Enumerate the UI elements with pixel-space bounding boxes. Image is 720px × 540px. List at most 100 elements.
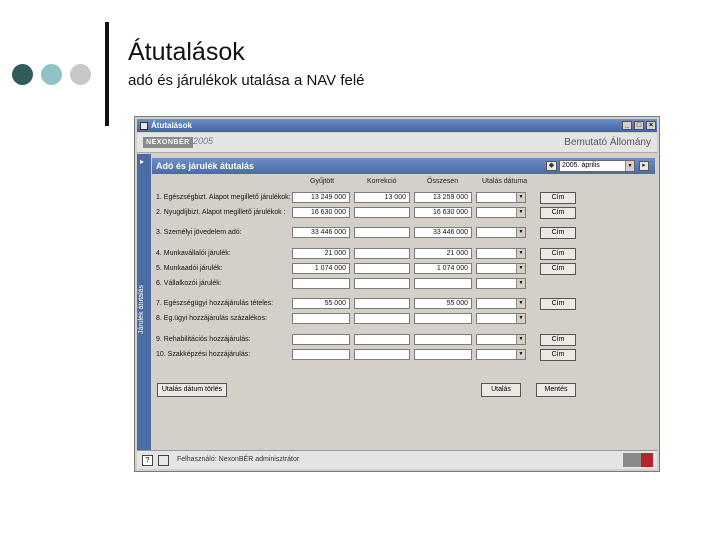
panel-header: Adó és járulék átutalás ◆ 2005. április … <box>152 158 655 174</box>
transfer-date-select[interactable]: ▼ <box>476 248 526 259</box>
korrekcio-field[interactable] <box>354 334 410 345</box>
gyujtott-field[interactable] <box>292 313 350 324</box>
chevron-down-icon[interactable]: ▼ <box>516 249 525 258</box>
cim-button[interactable]: Cím <box>540 334 576 346</box>
korrekcio-field[interactable] <box>354 278 410 289</box>
osszesen-field[interactable] <box>414 349 472 360</box>
gyujtott-field[interactable]: 13 249 000 <box>292 192 350 203</box>
transfer-date-select[interactable]: ▼ <box>476 313 526 324</box>
chevron-down-icon[interactable]: ▼ <box>625 161 634 171</box>
gyujtott-field[interactable]: 1 074 000 <box>292 263 350 274</box>
database-name: Bemutató Állomány <box>564 137 651 148</box>
cim-button[interactable]: Cím <box>540 248 576 260</box>
brand-year: 2005 <box>193 136 214 146</box>
cim-button[interactable]: Cím <box>540 207 576 219</box>
gyujtott-field[interactable]: 55 000 <box>292 298 350 309</box>
chevron-down-icon[interactable]: ▼ <box>516 350 525 359</box>
row-label: 4. Munkavállalói járulék: <box>156 250 231 257</box>
maximize-button[interactable]: □ <box>634 121 644 130</box>
gyujtott-field[interactable] <box>292 349 350 360</box>
cim-button[interactable]: Cím <box>540 227 576 239</box>
korrekcio-field[interactable] <box>354 349 410 360</box>
row-label: 7. Egészségügyi hozzájárulás tételes: <box>156 300 274 307</box>
transfer-button[interactable]: Utalás <box>481 383 521 397</box>
period-select[interactable]: 2005. április ▼ <box>559 160 635 172</box>
transfer-date-select[interactable]: ▼ <box>476 263 526 274</box>
korrekcio-field[interactable] <box>354 263 410 274</box>
osszesen-field[interactable]: 1 074 000 <box>414 263 472 274</box>
status-logo <box>623 453 653 467</box>
status-text: Felhasználó: NexonBÉR adminisztrátor <box>177 456 300 463</box>
chevron-down-icon[interactable]: ▼ <box>516 193 525 202</box>
transfer-date-select[interactable]: ▼ <box>476 192 526 203</box>
collapse-arrow-icon[interactable]: ▸ <box>140 157 144 166</box>
chevron-down-icon[interactable]: ▼ <box>516 279 525 288</box>
osszesen-field[interactable]: 55 000 <box>414 298 472 309</box>
chevron-down-icon[interactable]: ▼ <box>516 208 525 217</box>
period-value: 2005. április <box>562 162 600 169</box>
korrekcio-field[interactable] <box>354 313 410 324</box>
transfer-date-select[interactable]: ▼ <box>476 227 526 238</box>
brand-bar: NEXONBÉR 2005 Bemutató Állomány <box>137 133 657 153</box>
cim-button[interactable]: Cím <box>540 349 576 361</box>
chevron-down-icon[interactable]: ▼ <box>516 228 525 237</box>
cim-button[interactable]: Cím <box>540 192 576 204</box>
gyujtott-field[interactable]: 33 446 000 <box>292 227 350 238</box>
app-icon <box>140 122 148 130</box>
user-icon[interactable] <box>158 455 169 466</box>
gyujtott-field[interactable]: 16 630 000 <box>292 207 350 218</box>
korrekcio-field[interactable] <box>354 298 410 309</box>
col-header-osszesen: Összesen <box>427 178 459 185</box>
korrekcio-field[interactable] <box>354 248 410 259</box>
slide: Átutalások adó és járulékok utalása a NA… <box>0 0 720 540</box>
osszesen-field[interactable]: 33 446 000 <box>414 227 472 238</box>
gyujtott-field[interactable] <box>292 334 350 345</box>
sidebar-tab[interactable]: ▸ Járulék átutalás <box>137 154 151 460</box>
decor-dot-teal <box>41 64 62 85</box>
next-period-icon[interactable]: ▸ <box>639 161 649 171</box>
transfer-date-select[interactable]: ▼ <box>476 207 526 218</box>
transfer-date-select[interactable]: ▼ <box>476 334 526 345</box>
row-label: 6. Vállalkozói járulék: <box>156 280 222 287</box>
minimize-button[interactable]: _ <box>622 121 632 130</box>
previous-period-icon[interactable]: ◆ <box>546 161 557 171</box>
korrekcio-field[interactable]: 13 000 <box>354 192 410 203</box>
row-label: 10. Szakképzési hozzájárulás: <box>156 351 251 358</box>
cim-button[interactable]: Cím <box>540 263 576 275</box>
chevron-down-icon[interactable]: ▼ <box>516 264 525 273</box>
row-label: 3. Személyi jövedelem adó: <box>156 229 242 236</box>
gyujtott-field[interactable]: 21 000 <box>292 248 350 259</box>
osszesen-field[interactable] <box>414 313 472 324</box>
chevron-down-icon[interactable]: ▼ <box>516 314 525 323</box>
transfer-date-select[interactable]: ▼ <box>476 298 526 309</box>
transfer-date-select[interactable]: ▼ <box>476 349 526 360</box>
help-icon[interactable]: ? <box>142 455 153 466</box>
col-header-gyujtott: Gyűjtött <box>310 178 335 185</box>
transfer-date-select[interactable]: ▼ <box>476 278 526 289</box>
decor-vertical-line <box>105 22 109 126</box>
osszesen-field[interactable]: 21 000 <box>414 248 472 259</box>
osszesen-field[interactable]: 16 630 000 <box>414 207 472 218</box>
row-label: 2. Nyugdíjbizt. Alapot megillető járulék… <box>156 209 286 216</box>
gyujtott-field[interactable] <box>292 278 350 289</box>
close-button[interactable]: × <box>646 121 656 130</box>
cim-button[interactable]: Cím <box>540 298 576 310</box>
chevron-down-icon[interactable]: ▼ <box>516 335 525 344</box>
window-titlebar[interactable]: Átutalások _ □ × <box>137 119 657 132</box>
panel-title: Adó és járulék átutalás <box>156 161 255 171</box>
osszesen-field[interactable]: 13 259 000 <box>414 192 472 203</box>
row-label: 8. Eg.ügyi hozzájárulás százalékos: <box>156 315 267 322</box>
slide-title: Átutalások <box>128 38 245 66</box>
transfer-panel: Adó és járulék átutalás ◆ 2005. április … <box>152 154 655 460</box>
osszesen-field[interactable] <box>414 278 472 289</box>
row-label: 5. Munkaadói járulék: <box>156 265 223 272</box>
osszesen-field[interactable] <box>414 334 472 345</box>
sidebar-label: Járulék átutalás <box>138 284 145 334</box>
korrekcio-field[interactable] <box>354 207 410 218</box>
clear-dates-button[interactable]: Utalás dátum törlés <box>157 383 227 397</box>
korrekcio-field[interactable] <box>354 227 410 238</box>
save-button[interactable]: Mentés <box>536 383 576 397</box>
chevron-down-icon[interactable]: ▼ <box>516 299 525 308</box>
app-window: Átutalások _ □ × NEXONBÉR 2005 Bemutató … <box>134 116 660 472</box>
decor-dot-dark <box>12 64 33 85</box>
